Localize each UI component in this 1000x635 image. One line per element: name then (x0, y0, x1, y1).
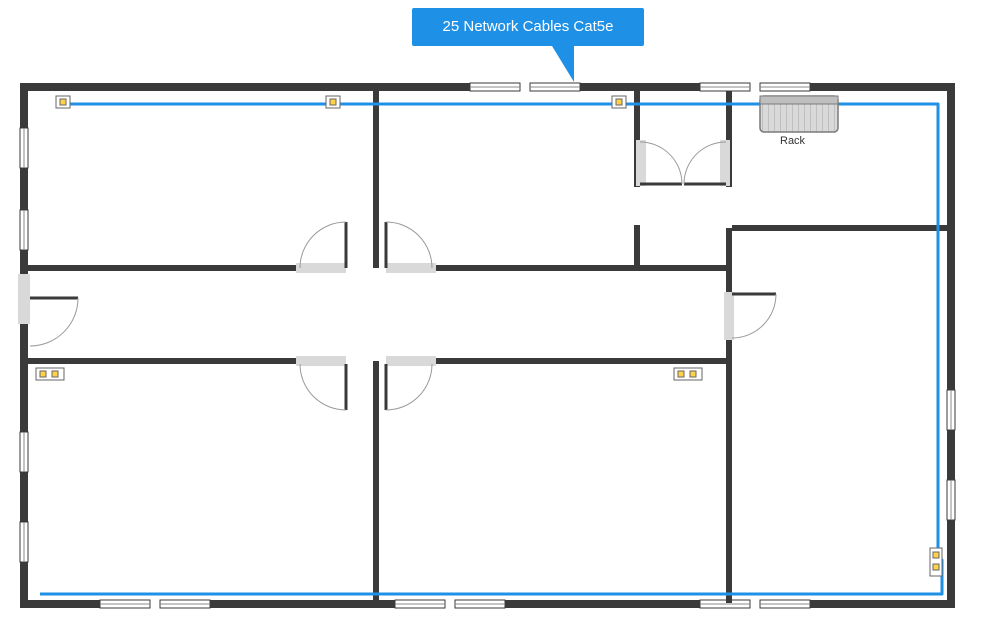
outlet-br (930, 548, 942, 576)
inner-walls (18, 91, 948, 603)
outlet-tm2 (612, 96, 626, 108)
network-cable (40, 104, 942, 594)
outlet-bm (674, 368, 702, 380)
rack-label: Rack (780, 135, 805, 147)
outlet-tl (56, 96, 70, 108)
cable-callout: 25 Network Cables Cat5e (412, 8, 644, 46)
network-outlets (36, 96, 942, 576)
cable-callout-text: 25 Network Cables Cat5e (443, 18, 614, 35)
outlet-tm1 (326, 96, 340, 108)
doors (30, 142, 776, 410)
outer-walls (20, 83, 955, 608)
floor-plan-diagram: 25 Network Cables Cat5e Rack (0, 0, 1000, 635)
rack-icon (760, 96, 838, 132)
outlet-bl (36, 368, 64, 380)
floor-plan-svg (0, 0, 1000, 635)
